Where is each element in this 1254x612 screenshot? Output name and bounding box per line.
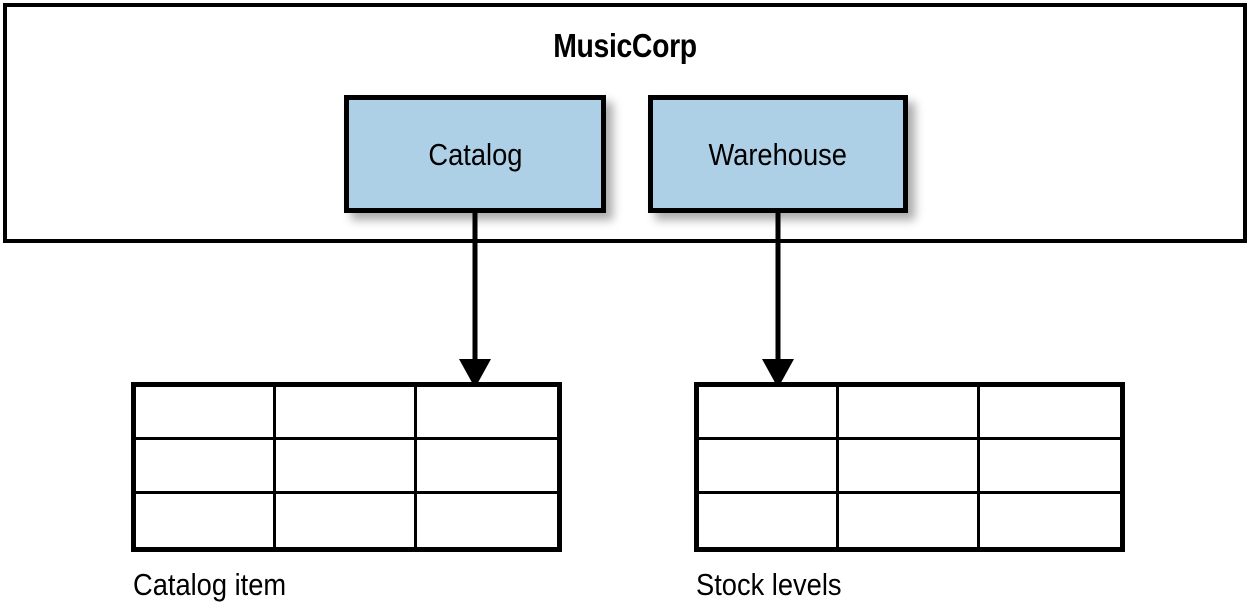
service-label-catalog: Catalog xyxy=(427,136,523,172)
database-caption-stock-levels: Stock levels xyxy=(696,567,842,602)
table-cell xyxy=(979,387,1120,441)
table-cell xyxy=(416,387,557,441)
service-label-warehouse: Warehouse xyxy=(708,136,848,172)
table-cell xyxy=(839,440,980,494)
table-cell xyxy=(979,440,1120,494)
table-cell xyxy=(136,493,277,547)
table-cell xyxy=(839,493,980,547)
table-cell xyxy=(699,440,840,494)
table-cell xyxy=(699,493,840,547)
service-box-catalog[interactable]: Catalog xyxy=(344,95,606,213)
database-caption-catalog-item: Catalog item xyxy=(133,567,287,602)
organisation-boundary: MusicCorp xyxy=(3,3,1247,243)
organisation-title: MusicCorp xyxy=(553,27,697,64)
table-cell xyxy=(699,387,840,441)
database-table-catalog-item xyxy=(131,382,562,552)
table-cell xyxy=(416,440,557,494)
table-cell xyxy=(979,493,1120,547)
diagram-canvas: MusicCorp Catalog Warehouse Catalog item… xyxy=(0,0,1254,612)
service-box-warehouse[interactable]: Warehouse xyxy=(648,95,908,213)
table-cell xyxy=(136,387,277,441)
table-cell xyxy=(276,387,417,441)
table-cell xyxy=(276,440,417,494)
database-table-stock-levels xyxy=(694,382,1125,552)
table-cell xyxy=(416,493,557,547)
table-cell xyxy=(136,440,277,494)
table-cell xyxy=(839,387,980,441)
table-cell xyxy=(276,493,417,547)
